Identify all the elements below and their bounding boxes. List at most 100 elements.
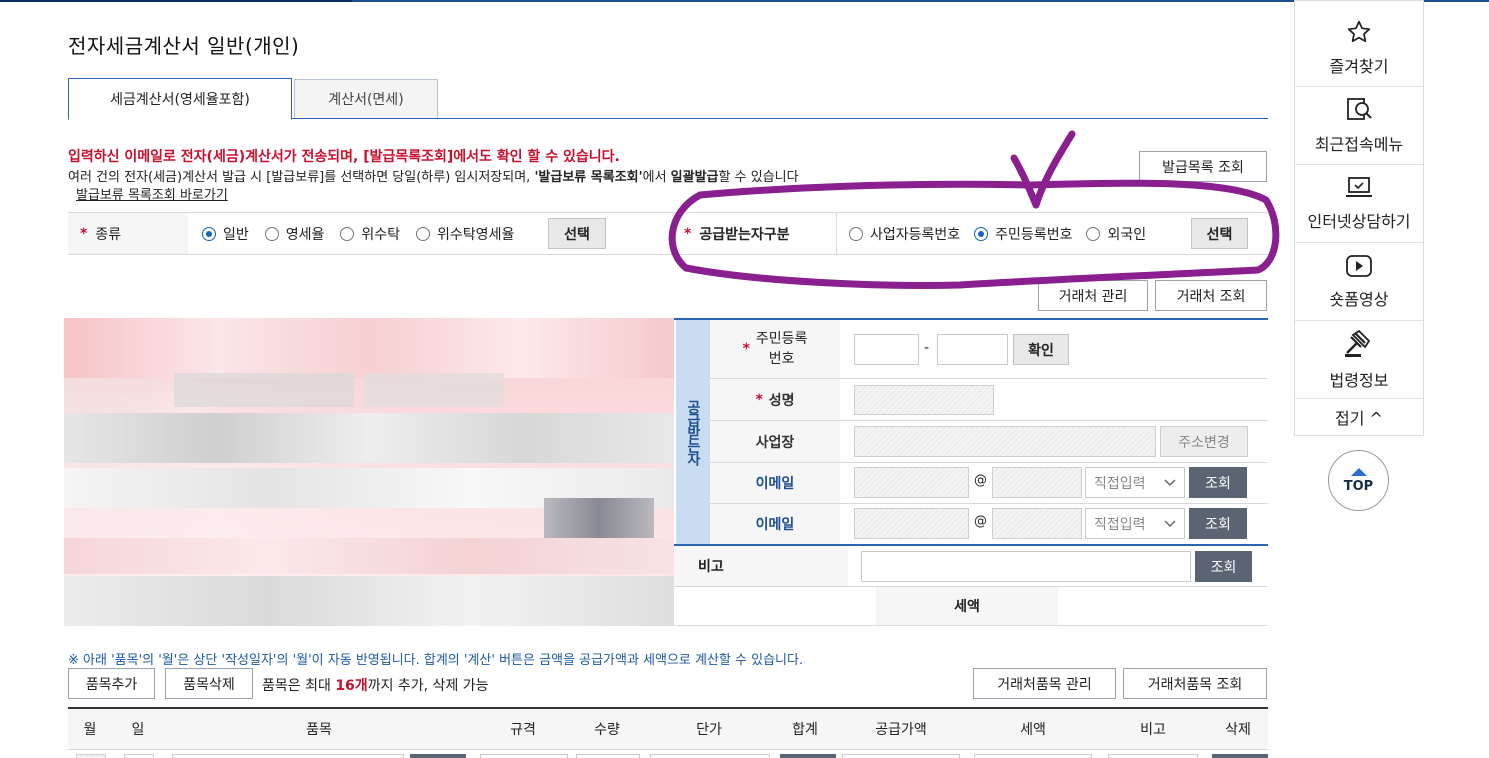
notice-hold-part2: '발급보류 목록조회'	[534, 170, 643, 185]
quick-recent-menu[interactable]: 최근접속메뉴	[1295, 87, 1423, 165]
tax-input[interactable]	[974, 754, 1092, 758]
item-limit-text: 품목은 최대 16개까지 추가, 삭제 가능	[262, 675, 489, 695]
email1-domain-input[interactable]	[992, 467, 1082, 498]
month-input[interactable]	[76, 754, 106, 758]
notice-hold-part4: 일괄발급	[670, 170, 719, 185]
email1-lookup-button[interactable]: 조회	[1189, 467, 1247, 498]
redaction-tile	[64, 318, 674, 378]
radio-label: 위수탁	[361, 227, 401, 243]
delete-item-button[interactable]: 품목삭제	[165, 668, 253, 699]
spec-input[interactable]	[480, 754, 568, 758]
item-input[interactable]	[172, 754, 404, 758]
required-mark: *	[684, 225, 692, 242]
top-border-accent	[0, 0, 352, 2]
quick-label: 즐겨찾기	[1329, 56, 1389, 76]
scroll-top-button[interactable]: TOP	[1328, 450, 1389, 511]
radio-dot[interactable]	[202, 227, 216, 241]
type-option-zero-rate[interactable]: 영세율	[264, 224, 324, 244]
email1-local-input[interactable]	[854, 467, 969, 498]
unit-price-input[interactable]	[650, 754, 770, 758]
tab-invoice-exempt[interactable]: 계산서(면세)	[294, 79, 438, 119]
email1-domain-select[interactable]: 직접입력	[1085, 467, 1185, 498]
item-lookup-button[interactable]	[410, 754, 466, 758]
required-mark: *	[80, 225, 88, 242]
quick-short-video[interactable]: 숏폼영상	[1295, 243, 1423, 321]
radio-dot[interactable]	[849, 227, 863, 241]
address-change-button[interactable]: 주소변경	[1160, 426, 1248, 457]
radio-dot[interactable]	[340, 227, 355, 241]
annotation-check-mark	[1010, 130, 1076, 209]
type-option-general[interactable]: 일반	[202, 224, 249, 244]
col-supply: 공급가액	[875, 722, 927, 738]
play-icon	[1345, 254, 1373, 286]
recipient-option-foreigner[interactable]: 외국인	[1086, 224, 1146, 244]
email2-lookup-button[interactable]: 조회	[1189, 508, 1247, 539]
calc-button[interactable]	[780, 754, 836, 758]
tab-tax-invoice[interactable]: 세금계산서(영세율포함)	[68, 78, 292, 120]
remark-item-input[interactable]	[1108, 754, 1198, 758]
partner-manage-button[interactable]: 거래처 관리	[1038, 280, 1148, 311]
type-option-consignment-zero[interactable]: 위수탁영세율	[416, 224, 514, 244]
name-input[interactable]	[854, 385, 994, 415]
radio-dot[interactable]	[264, 227, 279, 241]
day-input[interactable]	[124, 754, 154, 758]
rrn-back-input[interactable]	[937, 334, 1008, 365]
items-note: ※ 아래 '품목'의 '월'은 상단 '작성일자'의 '월'이 자동 반영됩니다…	[68, 653, 804, 668]
type-option-consignment[interactable]: 위수탁	[340, 224, 400, 244]
divider	[674, 625, 1268, 626]
redaction-tile	[64, 576, 674, 626]
email2-domain-select[interactable]: 직접입력	[1085, 508, 1185, 539]
remark-input[interactable]	[861, 551, 1191, 582]
col-qty: 수량	[594, 722, 620, 738]
quick-law-info[interactable]: 법령정보	[1295, 321, 1423, 399]
rrn-label-cell: * 주민등록 번호	[710, 320, 840, 378]
partner-item-manage-button[interactable]: 거래처품목 관리	[973, 668, 1116, 699]
email2-local-input[interactable]	[854, 508, 969, 539]
radio-dot[interactable]	[416, 227, 431, 241]
quick-label: 최근접속메뉴	[1314, 134, 1404, 154]
select-value: 직접입력	[1094, 516, 1146, 533]
radio-label: 일반	[223, 227, 249, 243]
tax-label: 세액	[954, 599, 980, 615]
row-delete-button[interactable]	[1212, 754, 1268, 758]
rrn-confirm-button[interactable]: 확인	[1013, 334, 1069, 365]
col-item: 품목	[306, 722, 332, 738]
notice-hold-part3: 에서	[642, 170, 671, 185]
redaction-tile	[174, 373, 354, 407]
recipient-type-select-button[interactable]: 선택	[1191, 218, 1248, 249]
add-item-button[interactable]: 품목추가	[68, 668, 155, 699]
rrn-front-input[interactable]	[854, 334, 919, 365]
remark-lookup-button[interactable]: 조회	[1195, 551, 1252, 582]
quick-online-consult[interactable]: 인터넷상담하기	[1295, 165, 1423, 243]
recipient-option-rrn[interactable]: 주민등록번호	[974, 224, 1072, 244]
recipient-option-business[interactable]: 사업자등록번호	[849, 224, 960, 244]
quick-fold-button[interactable]: 접기 ^	[1295, 399, 1423, 435]
type-radio-group: 일반 영세율 위수탁 위수탁영세율	[202, 224, 514, 244]
qty-input[interactable]	[576, 754, 640, 758]
partner-item-lookup-button[interactable]: 거래처품목 조회	[1123, 668, 1267, 699]
issue-list-button[interactable]: 발급목록 조회	[1139, 151, 1267, 182]
supply-input[interactable]	[842, 754, 960, 758]
email1-label: 이메일	[755, 476, 795, 492]
partner-lookup-button[interactable]: 거래처 조회	[1155, 280, 1267, 311]
top-label: TOP	[1343, 478, 1374, 494]
email2-label-cell: 이메일	[710, 504, 840, 544]
col-month: 월	[83, 722, 97, 738]
workplace-input[interactable]	[854, 426, 1156, 457]
col-unit-price: 단가	[696, 722, 722, 738]
hold-list-link[interactable]: 발급보류 목록조회 바로가기	[76, 184, 228, 203]
radio-label: 외국인	[1107, 227, 1147, 243]
quick-menu: 즐겨찾기 최근접속메뉴 인터넷상담하기 숏폼영상 법령정보 접기 ^	[1294, 0, 1424, 436]
quick-favorites[interactable]: 즐겨찾기	[1295, 9, 1423, 87]
notice-hold-part5: 할 수 있습니다	[718, 170, 799, 185]
item-limit-count: 16개	[335, 678, 368, 694]
quick-label: 인터넷상담하기	[1307, 211, 1411, 231]
type-select-button[interactable]: 선택	[548, 218, 606, 249]
email2-domain-input[interactable]	[992, 508, 1082, 539]
remark-label-cell: 비고	[674, 546, 848, 586]
divider	[68, 212, 1268, 213]
rrn-label: 주민등록 번호	[755, 331, 808, 367]
select-value: 직접입력	[1094, 475, 1146, 492]
radio-dot[interactable]	[1086, 227, 1101, 241]
radio-dot[interactable]	[974, 227, 989, 241]
